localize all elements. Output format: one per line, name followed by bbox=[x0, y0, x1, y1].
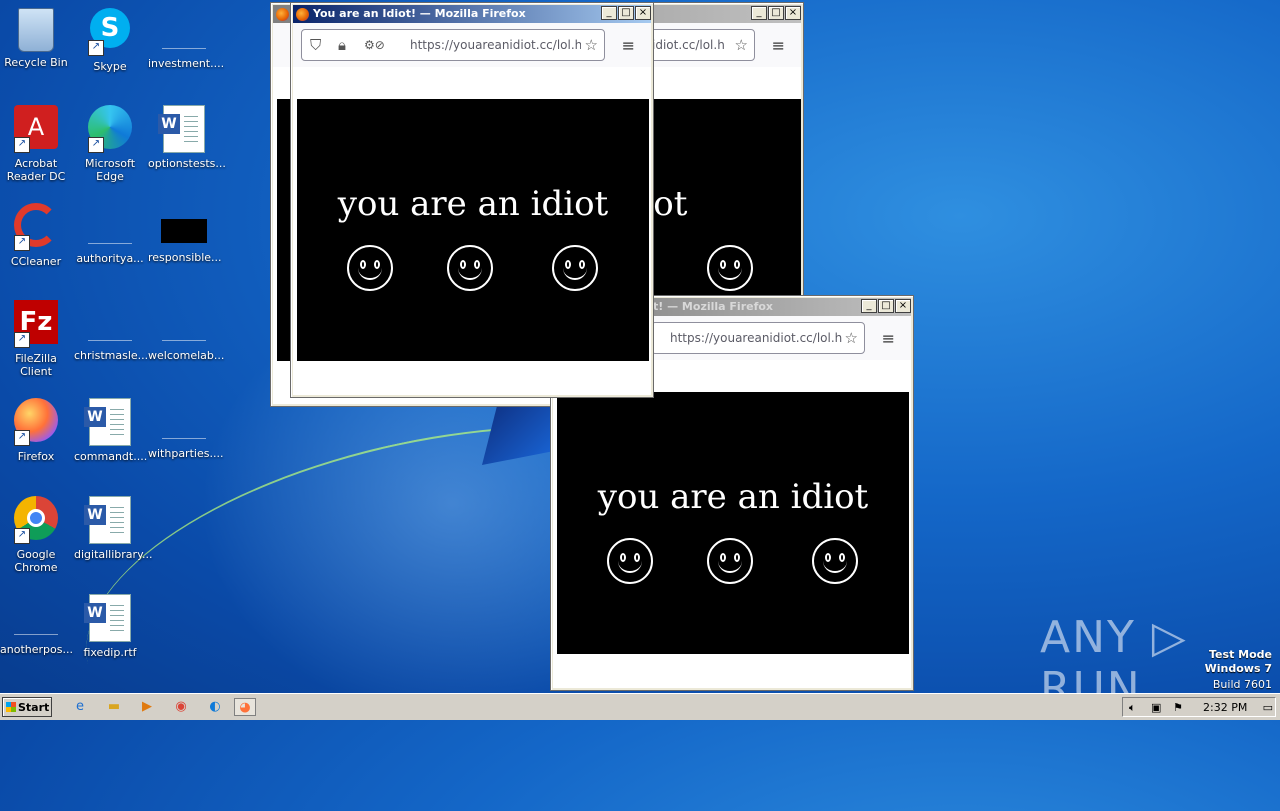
explorer-icon[interactable]: ▬ bbox=[104, 698, 124, 716]
start-button[interactable]: Start bbox=[2, 697, 52, 717]
idiot-message: you are an idiot bbox=[597, 477, 869, 517]
windows-version-label: Windows 7 bbox=[1204, 662, 1272, 675]
ccleaner-icon: ↗ bbox=[12, 203, 60, 251]
minimize-button[interactable]: _ bbox=[751, 6, 767, 20]
desktop-icon-welcomelab[interactable]: welcomelab... bbox=[148, 300, 224, 362]
desktop-icon-investment[interactable]: investment.... bbox=[148, 8, 224, 70]
desktop-icon-optionstests[interactable]: optionstests... bbox=[148, 105, 226, 170]
desktop-icon-filezilla[interactable]: Fz ↗ FileZilla Client bbox=[0, 300, 72, 378]
smiley-icon bbox=[707, 245, 753, 291]
navigation-bar: ⛉ 🔒︎ ⚙⊘ https://youareanidiot.cc/lol.h ☆… bbox=[293, 23, 651, 67]
black-file-icon bbox=[161, 219, 207, 243]
app-menu-icon[interactable]: ≡ bbox=[882, 329, 895, 348]
bookmark-star-icon[interactable]: ☆ bbox=[735, 30, 748, 60]
skype-icon: S ↗ bbox=[86, 8, 134, 56]
system-tray: 🔈︎ ▣ ⚑ 2:32 PM ▭ bbox=[1122, 697, 1276, 717]
blank-file-icon bbox=[162, 416, 206, 439]
desktop-icon-commandt[interactable]: commandt.... bbox=[74, 398, 147, 463]
firefox-icon: ↗ bbox=[12, 398, 60, 446]
desktop-icon-fixedip[interactable]: fixedip.rtf bbox=[74, 594, 146, 659]
close-button[interactable]: × bbox=[635, 6, 651, 20]
chrome-icon[interactable]: ◉ bbox=[171, 698, 191, 716]
web-page: you are an idiot bbox=[553, 360, 911, 688]
firefox-icon bbox=[276, 8, 289, 21]
clock[interactable]: 2:32 PM bbox=[1203, 698, 1247, 718]
smiley-icon bbox=[707, 538, 753, 584]
flag-icon[interactable]: ⚑ bbox=[1173, 698, 1183, 718]
permissions-icon[interactable]: ⚙⊘ bbox=[364, 30, 385, 60]
taskbar: Start e ▬ ▶ ◉ ◐ ◕ 🔈︎ ▣ ⚑ 2:32 PM ▭ bbox=[0, 693, 1280, 720]
idiot-stage: you are an idiot bbox=[557, 392, 909, 654]
test-mode-label: Test Mode bbox=[1209, 648, 1272, 661]
close-button[interactable]: × bbox=[895, 299, 911, 313]
bookmark-star-icon[interactable]: ☆ bbox=[845, 323, 858, 353]
bookmark-star-icon[interactable]: ☆ bbox=[580, 30, 598, 60]
url-bar[interactable]: https://youareanidiot.cc/lol.h ☆ bbox=[651, 322, 865, 354]
ie-icon[interactable]: e bbox=[70, 698, 90, 716]
desktop-icon-firefox[interactable]: ↗ Firefox bbox=[0, 398, 72, 463]
media-player-icon[interactable]: ▶ bbox=[137, 698, 157, 716]
desktop-icon-ccleaner[interactable]: ↗ CCleaner bbox=[0, 203, 72, 268]
maximize-button[interactable]: □ bbox=[768, 6, 784, 20]
window-titlebar[interactable]: You are an Idiot! — Mozilla Firefox bbox=[293, 5, 651, 23]
firefox-icon bbox=[296, 8, 309, 21]
edge-icon[interactable]: ◐ bbox=[205, 698, 225, 716]
desktop-icon-christmasle[interactable]: christmasle... bbox=[74, 300, 148, 362]
word-doc-icon bbox=[84, 594, 131, 642]
app-menu-icon[interactable]: ≡ bbox=[622, 36, 635, 55]
desktop-icon-responsible[interactable]: responsible... bbox=[148, 203, 222, 264]
chrome-icon: ↗ bbox=[12, 496, 60, 544]
edge-icon: ↗ bbox=[86, 105, 134, 153]
smiley-icon bbox=[447, 245, 493, 291]
desktop-icon-chrome[interactable]: ↗ Google Chrome bbox=[0, 496, 72, 574]
blank-file-icon bbox=[88, 318, 132, 341]
desktop-icon-authority[interactable]: authorityа... bbox=[74, 203, 146, 265]
idiot-stage: you are an idiot bbox=[297, 99, 649, 361]
idiot-message: you are an idiot bbox=[337, 184, 609, 224]
maximize-button[interactable]: □ bbox=[618, 6, 634, 20]
smiley-icon bbox=[607, 538, 653, 584]
desktop-icon-acrobat[interactable]: A ↗ Acrobat Reader DC bbox=[0, 105, 72, 183]
blank-file-icon bbox=[162, 26, 206, 49]
desktop-icon-withparties[interactable]: withparties.... bbox=[148, 398, 223, 460]
firefox-icon[interactable]: ◕ bbox=[234, 698, 256, 716]
shield-icon[interactable]: ⛉ bbox=[310, 30, 321, 60]
desktop-icon-recycle-bin[interactable]: Recycle Bin bbox=[0, 8, 72, 69]
acrobat-icon: A ↗ bbox=[12, 105, 60, 153]
desktop-icon-digitallibrary[interactable]: digitallibrary... bbox=[74, 496, 153, 561]
word-doc-icon bbox=[158, 105, 205, 153]
filezilla-icon: Fz ↗ bbox=[12, 300, 60, 348]
blank-file-icon bbox=[14, 612, 58, 635]
close-button[interactable]: × bbox=[785, 6, 801, 20]
url-bar[interactable]: ⛉ 🔒︎ ⚙⊘ https://youareanidiot.cc/lol.h ☆ bbox=[301, 29, 605, 61]
word-doc-icon bbox=[84, 496, 131, 544]
web-page: you are an idiot bbox=[293, 67, 651, 395]
volume-icon[interactable]: 🔈︎ bbox=[1129, 698, 1136, 718]
build-label: Build 7601 bbox=[1212, 678, 1272, 691]
blank-file-icon bbox=[88, 221, 132, 244]
desktop-icon-skype[interactable]: S ↗ Skype bbox=[74, 8, 146, 73]
minimize-button[interactable]: _ bbox=[601, 6, 617, 20]
maximize-button[interactable]: □ bbox=[878, 299, 894, 313]
smiley-icon bbox=[812, 538, 858, 584]
recycle-bin-icon bbox=[18, 8, 54, 52]
lock-icon[interactable]: 🔒︎ bbox=[338, 30, 346, 60]
minimize-button[interactable]: _ bbox=[861, 299, 877, 313]
desktop-icon-edge[interactable]: ↗ Microsoft Edge bbox=[74, 105, 146, 183]
blank-file-icon bbox=[162, 318, 206, 341]
word-doc-icon bbox=[84, 398, 131, 446]
window-title: You are an Idiot! — Mozilla Firefox bbox=[313, 7, 526, 20]
network-icon[interactable]: ▣ bbox=[1151, 698, 1161, 718]
firefox-window-front[interactable]: You are an Idiot! — Mozilla Firefox _ □ … bbox=[290, 2, 654, 398]
smiley-icon bbox=[347, 245, 393, 291]
desktop-icon-anotherpos[interactable]: anotherpos... bbox=[0, 594, 73, 656]
smiley-icon bbox=[552, 245, 598, 291]
app-menu-icon[interactable]: ≡ bbox=[772, 36, 785, 55]
show-desktop-icon[interactable]: ▭ bbox=[1263, 698, 1273, 718]
